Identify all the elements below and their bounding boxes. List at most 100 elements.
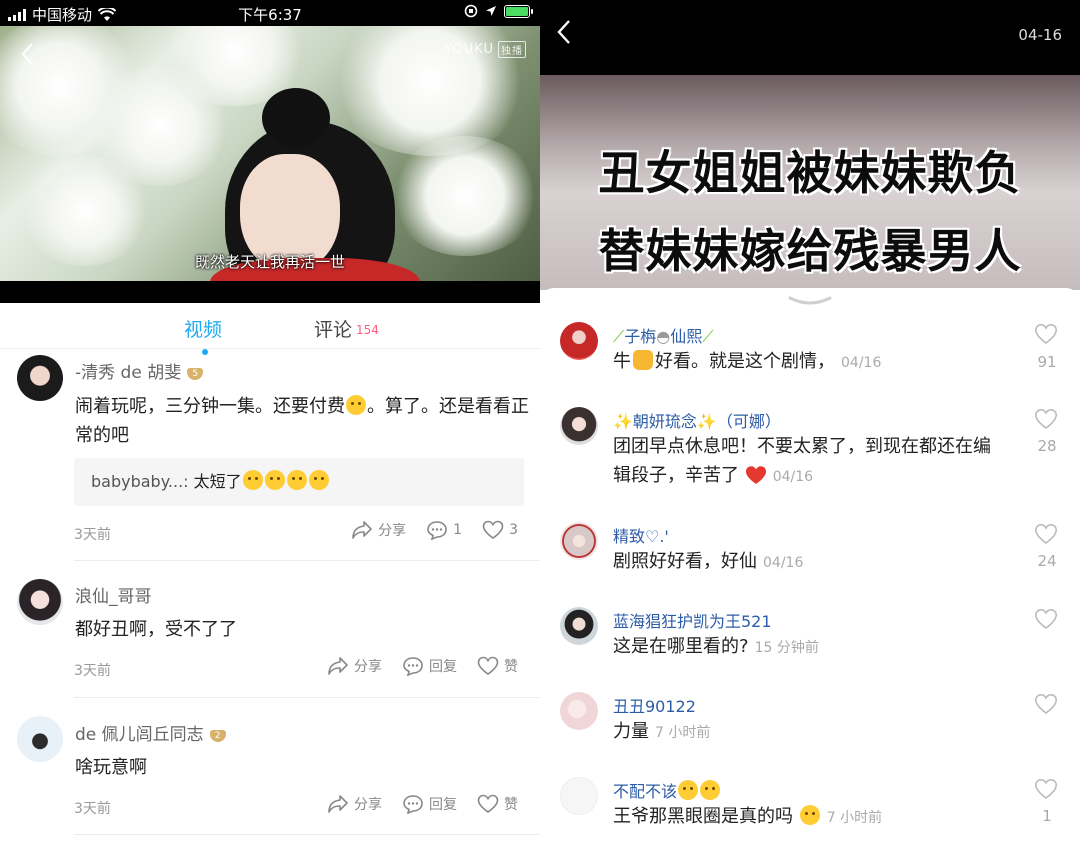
comment-text-main: 这是在哪里看的? (613, 636, 749, 657)
tab-comments[interactable]: 评论 154 (314, 315, 379, 342)
video-player[interactable]: YOUKU 独播 既然老天让我再活一世 (0, 26, 540, 281)
comment-time: 3天前 (74, 527, 111, 543)
comment-time: 3天前 (74, 801, 111, 817)
comment-text-main: 力量 (613, 721, 649, 742)
level-badge: 2 (209, 730, 226, 742)
heart-icon[interactable] (1034, 608, 1058, 630)
comment-text: 力量 7 小时前 (613, 717, 1008, 748)
like-label: 赞 (504, 797, 518, 813)
share-button[interactable]: 分享 (351, 520, 406, 540)
comment-text: 王爷那黑眼圈是真的吗 7 小时前 (613, 802, 1008, 833)
comment-time: 7 小时前 (826, 810, 883, 826)
level-badge: 5 (187, 368, 204, 380)
like-count: 1 (1042, 807, 1052, 825)
comment-item: 丑丑90122 力量 7 小时前 (540, 688, 1080, 758)
comment-icon (403, 795, 423, 814)
comment-text: 都好丑啊，受不了了 (75, 619, 237, 640)
author-name: 不配不该 (613, 782, 678, 801)
banner-line-2: 替妹妹嫁给残暴男人 (598, 224, 1022, 278)
heart-icon (477, 656, 499, 675)
pensive-emoji (678, 780, 699, 800)
author-name: 浪仙_哥哥 (75, 587, 152, 607)
avatar[interactable] (560, 607, 598, 645)
comment-item: ⟋子栴◓仙熙⟋ 牛好看。就是这个剧情， 04/16 91 (540, 318, 1080, 398)
reply-button[interactable]: 1 (426, 520, 462, 540)
comment-author[interactable]: 精致♡.' (613, 523, 669, 547)
heart-icon[interactable] (1034, 693, 1058, 715)
reply-button[interactable]: 回复 (402, 794, 457, 814)
comment-item: de 佩儿闾丘同志 2 啥玩意啊 3天前 分享 回复 赞 (0, 708, 540, 842)
youku-logo: YOUKU 独播 (444, 41, 526, 58)
author-name: 精致♡.' (613, 527, 669, 546)
share-label: 分享 (354, 797, 382, 813)
heart-icon (477, 794, 499, 813)
red-heart-emoji (745, 466, 766, 484)
comment-author[interactable]: ⟋子栴◓仙熙⟋ (613, 323, 713, 347)
comment-author[interactable]: 丑丑90122 (613, 693, 696, 717)
heart-icon[interactable] (1034, 408, 1058, 430)
avatar[interactable] (560, 322, 598, 360)
like-button[interactable]: 赞 (477, 656, 518, 676)
avatar[interactable] (560, 407, 598, 445)
comment-time: 15 分钟前 (754, 640, 819, 656)
reply-label: 回复 (429, 659, 457, 675)
comment-item: -清秀 de 胡斐 5 闹着玩呢，三分钟一集。还要付费 。算了。还是看看正常的吧 b… (0, 350, 540, 562)
share-button[interactable]: 分享 (327, 656, 382, 676)
tab-bar: 视频 评论 154 (0, 303, 540, 355)
heart-icon[interactable] (1034, 523, 1058, 545)
like-label: 赞 (504, 659, 518, 675)
back-icon[interactable] (20, 42, 44, 66)
avatar[interactable] (560, 777, 598, 815)
comment-author[interactable]: 浪仙_哥哥 (75, 582, 152, 607)
comment-author[interactable]: -清秀 de 胡斐 5 (75, 358, 204, 383)
back-icon[interactable] (556, 18, 572, 53)
author-name: -清秀 de 胡斐 (75, 363, 182, 383)
banner-line-1: 丑女姐姐被妹妹欺负 (598, 146, 1022, 200)
author-name: de 佩儿闾丘同志 (75, 725, 204, 745)
comment-text-main: 王爷那黑眼圈是真的吗 (613, 806, 793, 827)
like-count: 24 (1037, 552, 1057, 570)
comment-text: 啥玩意啊 (75, 757, 147, 778)
author-name: 丑丑90122 (613, 697, 696, 716)
comment-item: ✨朝妍琉念✨（可娜） 团团早点休息吧！不要太累了，到现在都还在编辑段子，辛苦了 … (540, 403, 1080, 503)
avatar[interactable] (17, 355, 63, 401)
like-count: 91 (1037, 353, 1057, 371)
like-count: 28 (1037, 437, 1057, 455)
heart-icon[interactable] (1034, 778, 1058, 800)
location-icon (486, 6, 496, 16)
comment-text-main: 牛 (613, 351, 631, 372)
avatar[interactable] (560, 692, 598, 730)
exclusive-tag: 独播 (498, 41, 526, 58)
comment-text: 剧照好好看，好仙 04/16 (613, 547, 1008, 578)
comment-author[interactable]: 蓝海猖狂护凯为王521 (613, 608, 772, 632)
comment-author[interactable]: 不配不该 (613, 778, 721, 802)
chevron-down-icon[interactable] (788, 296, 832, 306)
heart-icon[interactable] (1034, 323, 1058, 345)
like-button[interactable]: 赞 (477, 794, 518, 814)
video-banner[interactable]: 丑女姐姐被妹妹欺负 替妹妹嫁给残暴男人 (540, 75, 1080, 290)
avatar[interactable] (560, 522, 598, 560)
tab-video[interactable]: 视频 (184, 315, 222, 355)
comment-author[interactable]: de 佩儿闾丘同志 2 (75, 720, 226, 745)
comment-text: 这是在哪里看的? 15 分钟前 (613, 632, 1008, 663)
pensive-emoji (700, 780, 721, 800)
comment-item: 不配不该 王爷那黑眼圈是真的吗 7 小时前 1 (540, 773, 1080, 842)
comment-time: 04/16 (841, 355, 882, 371)
avatar[interactable] (17, 716, 63, 762)
comment-author[interactable]: ✨朝妍琉念✨（可娜） (613, 408, 781, 432)
comment-text: 闹着玩呢，三分钟一集。还要付费 。算了。还是看看正常的吧 (75, 392, 535, 450)
comment-text: 团团早点休息吧！不要太累了，到现在都还在编辑段子，辛苦了 04/16 (613, 432, 1008, 492)
reply-preview[interactable]: babybaby...: 太短了 (74, 458, 524, 506)
status-bar: 中国移动 下午6:37 (0, 0, 540, 26)
comment-item: 浪仙_哥哥 都好丑啊，受不了了 3天前 分享 回复 赞 (0, 570, 540, 700)
divider (74, 697, 540, 698)
author-name: 蓝海猖狂护凯为王521 (613, 612, 772, 631)
laughing-emoji (242, 470, 263, 490)
reply-button[interactable]: 回复 (402, 656, 457, 676)
comment-time: 04/16 (763, 555, 804, 571)
comment-text-main: 剧照好好看，好仙 (613, 551, 757, 572)
avatar[interactable] (17, 579, 63, 625)
like-button[interactable]: 3 (482, 520, 518, 540)
reply-count: 1 (453, 522, 463, 538)
share-button[interactable]: 分享 (327, 794, 382, 814)
